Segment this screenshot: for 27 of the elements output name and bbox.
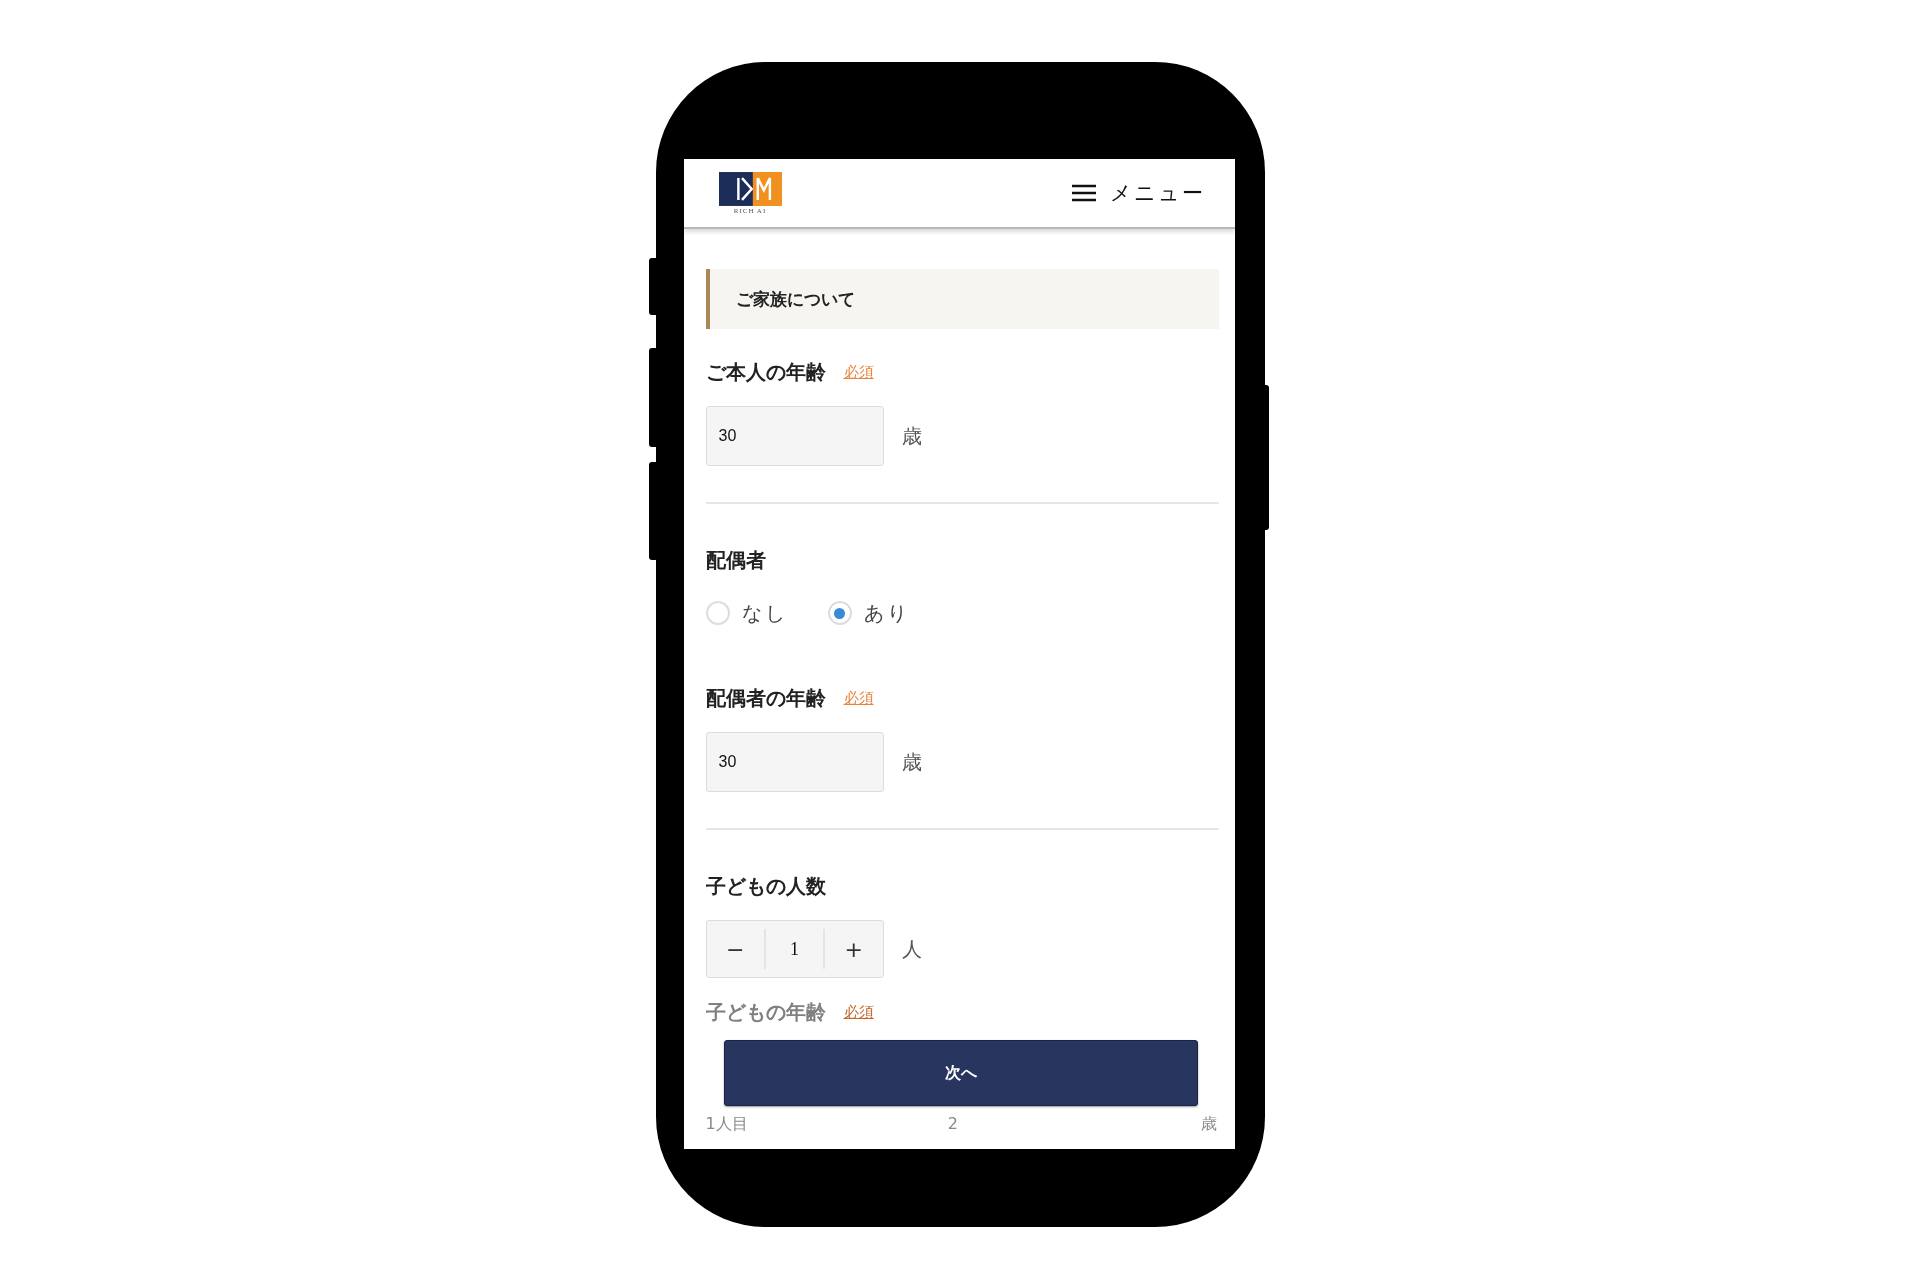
radio-label[interactable]: なし [741,599,788,627]
field-label: 子どもの人数 [705,872,826,900]
radio-label[interactable]: あり [863,599,910,627]
field-label: 配偶者の年齢 [705,684,826,712]
logo-icon[interactable] [718,171,782,206]
next-button[interactable]: 次へ [723,1040,1198,1106]
counter-value: 1 [763,929,826,969]
radio-button[interactable] [705,601,730,625]
unit-label: 歳 [1200,1114,1217,1135]
field-label: ご本人の年齢 [705,358,826,386]
counter-field[interactable]: − 1 + [705,920,884,978]
decrement-button[interactable]: − [706,929,764,969]
menu-button[interactable]: メニュー [1071,179,1205,207]
unit-label: 歳 [901,422,922,450]
age-value: 2 [947,1114,958,1135]
menu-icon [1071,184,1096,202]
unit-label: 歳 [901,748,922,776]
age-input[interactable]: 30 [705,732,884,792]
unit-label: 人 [901,935,922,963]
age-input[interactable]: 30 [705,406,884,466]
row-label: 1人目 [705,1114,748,1135]
field-label: 配偶者 [705,546,766,574]
required-link[interactable]: 必須 [843,1002,874,1022]
section-heading: ご家族について [705,269,1219,329]
increment-button[interactable]: + [825,929,883,969]
field-label: 子どもの年齢 [705,998,826,1026]
radio-button[interactable] [827,601,852,625]
